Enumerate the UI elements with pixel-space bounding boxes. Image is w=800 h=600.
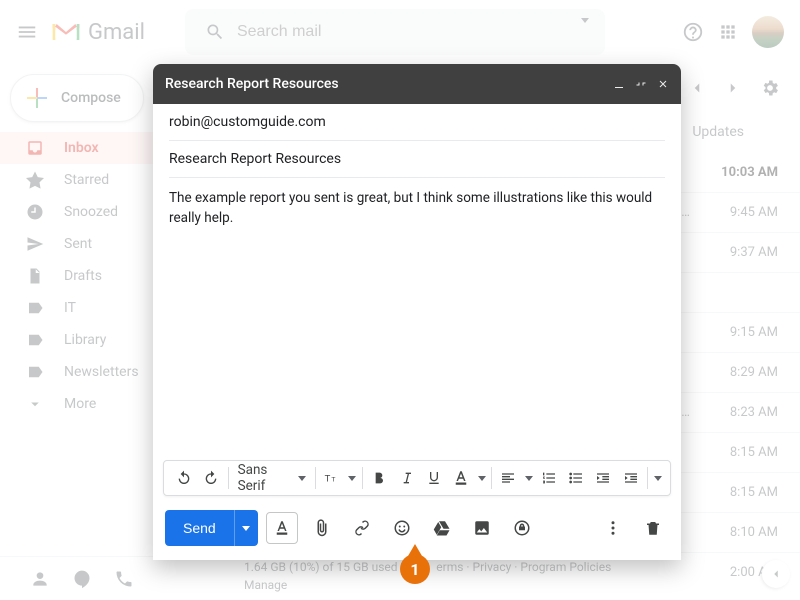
font-size-icon[interactable]: TT [319, 463, 346, 493]
bold-icon[interactable] [366, 463, 393, 493]
insert-link-icon[interactable] [346, 512, 378, 544]
exit-fullscreen-icon[interactable] [635, 78, 647, 90]
text-formatting-toggle-icon[interactable] [266, 512, 298, 544]
redo-icon[interactable] [197, 463, 224, 493]
insert-photo-icon[interactable] [466, 512, 498, 544]
svg-text:T: T [325, 473, 331, 483]
compose-to-field[interactable]: robin@customguide.com [169, 104, 665, 141]
callout-number: 1 [410, 560, 419, 579]
align-icon[interactable] [495, 463, 522, 493]
tutorial-callout: 1 [398, 544, 432, 588]
underline-icon[interactable] [420, 463, 447, 493]
close-icon[interactable] [657, 78, 669, 90]
insert-emoji-icon[interactable] [386, 512, 418, 544]
text-color-icon[interactable] [448, 463, 475, 493]
indent-more-icon[interactable] [617, 463, 644, 493]
send-button[interactable]: Send [165, 510, 234, 546]
chevron-down-icon [298, 476, 306, 481]
attach-file-icon[interactable] [306, 512, 338, 544]
confidential-mode-icon[interactable] [506, 512, 538, 544]
more-formatting-dropdown-icon[interactable] [651, 463, 664, 493]
italic-icon[interactable] [393, 463, 420, 493]
insert-drive-icon[interactable] [426, 512, 458, 544]
svg-text:T: T [332, 476, 336, 483]
compose-body[interactable]: The example report you sent is great, bu… [153, 178, 681, 460]
send-button-group: Send [165, 510, 258, 546]
send-options-dropdown[interactable] [234, 510, 258, 546]
minimize-icon[interactable] [613, 78, 625, 90]
numbered-list-icon[interactable] [535, 463, 562, 493]
chevron-down-icon [242, 526, 250, 531]
font-size-dropdown-icon[interactable] [346, 463, 359, 493]
undo-icon[interactable] [170, 463, 197, 493]
more-options-icon[interactable] [597, 512, 629, 544]
compose-title: Research Report Resources [165, 76, 613, 92]
text-color-dropdown-icon[interactable] [475, 463, 488, 493]
font-family-selector[interactable]: Sans Serif [232, 462, 312, 494]
compose-titlebar[interactable]: Research Report Resources [153, 64, 681, 104]
indent-less-icon[interactable] [590, 463, 617, 493]
discard-draft-icon[interactable] [637, 512, 669, 544]
compose-subject-field[interactable]: Research Report Resources [169, 141, 665, 178]
formatting-toolbar: Sans Serif TT [163, 460, 671, 496]
align-dropdown-icon[interactable] [522, 463, 535, 493]
compose-window: Research Report Resources robin@customgu… [153, 64, 681, 560]
bulleted-list-icon[interactable] [562, 463, 589, 493]
